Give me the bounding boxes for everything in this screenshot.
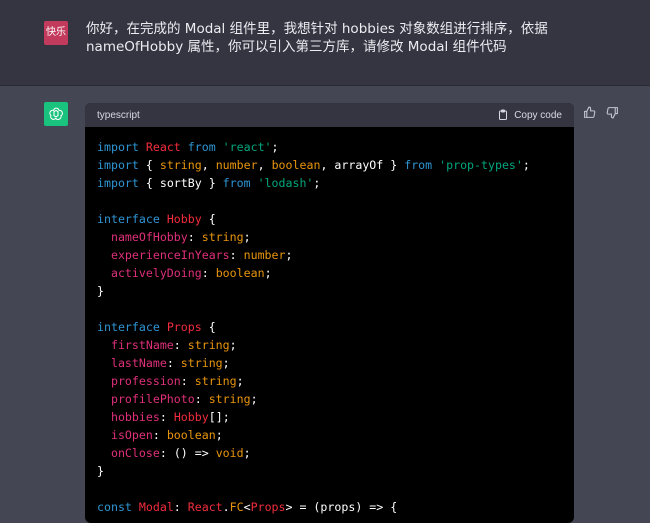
user-avatar: 快乐 (44, 21, 68, 45)
code-line: profilePhoto: string; (110, 392, 258, 406)
code-block-header: typescript Copy code (85, 103, 574, 127)
code-line: const Modal: React.FC<Props> = (props) =… (97, 500, 398, 514)
code-content: import React from 'react'; import { stri… (85, 127, 574, 523)
code-line: firstName: string; (110, 338, 237, 352)
code-line: hobbies: Hobby[]; (110, 410, 230, 424)
code-line: import { string, number, boolean, arrayO… (97, 158, 530, 172)
code-line: } (97, 464, 104, 478)
code-line: import { sortBy } from 'lodash'; (97, 176, 321, 190)
copy-code-button[interactable]: Copy code (497, 109, 562, 121)
user-message-text: 你好，在完成的 Modal 组件里，我想针对 hobbies 对象数组进行排序，… (86, 21, 548, 55)
code-line: isOpen: boolean; (110, 428, 223, 442)
code-line: interface Hobby { (97, 212, 216, 226)
code-line: activelyDoing: boolean; (110, 266, 272, 280)
code-line: lastName: string; (110, 356, 230, 370)
code-line: profession: string; (110, 374, 244, 388)
copy-code-label: Copy code (514, 109, 562, 121)
code-line: import React from 'react'; (97, 140, 286, 154)
code-line: onClose: () => void; (110, 446, 251, 460)
thumbs-down-icon[interactable] (606, 106, 619, 124)
code-line: nameOfHobby: string; (110, 230, 251, 244)
code-language-label: typescript (97, 109, 140, 121)
code-line: } (97, 284, 104, 298)
feedback-buttons (583, 106, 619, 124)
thumbs-up-icon[interactable] (583, 106, 596, 124)
clipboard-icon (497, 109, 509, 121)
code-block: typescript Copy code import React from '… (85, 103, 574, 523)
user-message: 快乐 你好，在完成的 Modal 组件里，我想针对 hobbies 对象数组进行… (0, 0, 650, 86)
openai-logo-icon (44, 102, 68, 126)
code-line: interface Props { (97, 320, 216, 334)
code-line: experienceInYears: number; (110, 248, 293, 262)
